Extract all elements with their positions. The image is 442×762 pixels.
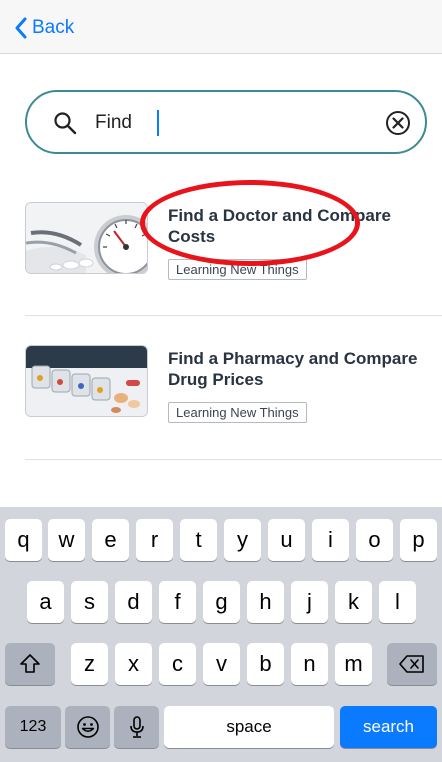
microphone-icon [129, 716, 144, 738]
key-a[interactable]: a [27, 581, 64, 623]
on-screen-keyboard: q w e r t y u i o p a s d f g h j k l z … [0, 507, 442, 762]
key-g[interactable]: g [203, 581, 240, 623]
shift-key[interactable] [5, 643, 55, 685]
microphone-key[interactable] [114, 706, 159, 748]
emoji-key[interactable] [65, 706, 110, 748]
key-k[interactable]: k [335, 581, 372, 623]
key-p[interactable]: p [400, 519, 437, 561]
numbers-key[interactable]: 123 [5, 706, 61, 748]
key-m[interactable]: m [335, 643, 372, 685]
search-field[interactable] [25, 90, 427, 154]
key-n[interactable]: n [291, 643, 328, 685]
result-divider [25, 459, 442, 460]
key-i[interactable]: i [312, 519, 349, 561]
key-e[interactable]: e [92, 519, 129, 561]
chevron-left-icon [15, 17, 27, 39]
emoji-icon [76, 716, 99, 738]
backspace-icon [399, 655, 424, 673]
category-tag: Learning New Things [168, 402, 307, 423]
result-title[interactable]: Find a Pharmacy and Compare Drug Prices [168, 348, 438, 390]
search-input[interactable] [95, 106, 375, 140]
pill-organizer-image [25, 345, 148, 417]
key-l[interactable]: l [379, 581, 416, 623]
text-cursor [157, 110, 159, 136]
key-h[interactable]: h [247, 581, 284, 623]
key-y[interactable]: y [224, 519, 261, 561]
key-c[interactable]: c [159, 643, 196, 685]
result-item-doctor[interactable]: Find a Doctor and Compare Costs Learning… [0, 190, 442, 300]
key-s[interactable]: s [71, 581, 108, 623]
key-q[interactable]: q [5, 519, 42, 561]
shift-arrow-icon [20, 654, 40, 673]
result-item-pharmacy[interactable]: Find a Pharmacy and Compare Drug Prices … [0, 335, 442, 445]
circle-x-icon[interactable] [385, 110, 411, 136]
space-key[interactable]: space [164, 706, 334, 748]
result-divider [25, 315, 442, 316]
delete-key[interactable] [387, 643, 437, 685]
key-b[interactable]: b [247, 643, 284, 685]
blood-pressure-gauge-image [25, 202, 148, 274]
key-t[interactable]: t [180, 519, 217, 561]
result-title[interactable]: Find a Doctor and Compare Costs [168, 205, 438, 247]
key-x[interactable]: x [115, 643, 152, 685]
key-d[interactable]: d [115, 581, 152, 623]
key-j[interactable]: j [291, 581, 328, 623]
key-u[interactable]: u [268, 519, 305, 561]
magnifier-icon [54, 112, 77, 135]
key-o[interactable]: o [356, 519, 393, 561]
category-tag: Learning New Things [168, 259, 307, 280]
search-key[interactable]: search [340, 706, 437, 748]
back-button[interactable]: Back [14, 14, 74, 42]
key-w[interactable]: w [48, 519, 85, 561]
key-z[interactable]: z [71, 643, 108, 685]
back-label: Back [32, 17, 75, 38]
key-v[interactable]: v [203, 643, 240, 685]
navigation-bar: Back [0, 0, 442, 54]
key-r[interactable]: r [136, 519, 173, 561]
key-f[interactable]: f [159, 581, 196, 623]
